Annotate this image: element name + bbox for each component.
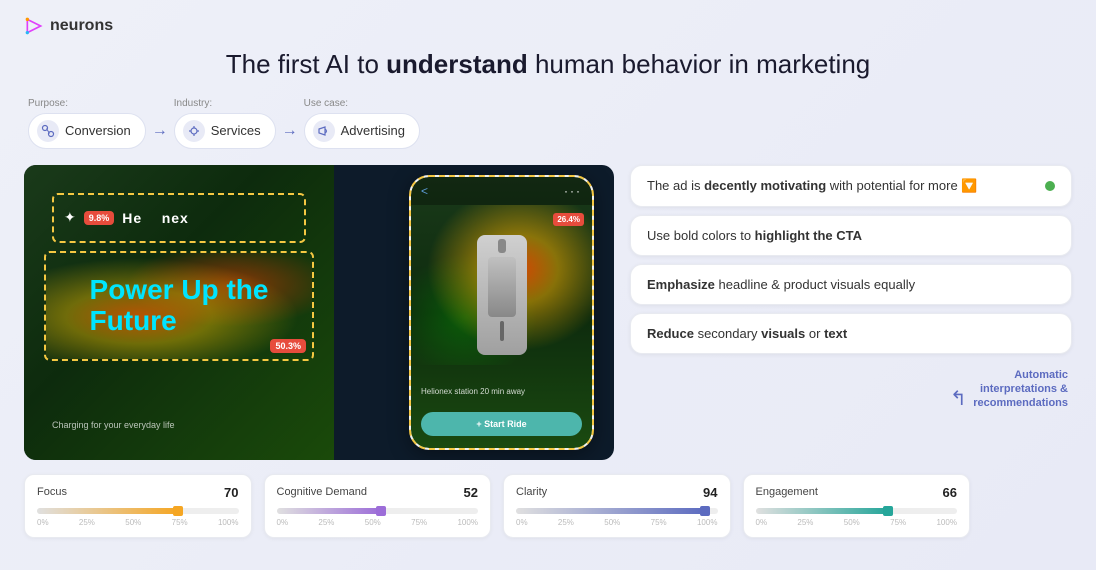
status-dot [1045,181,1055,191]
auto-label-section: ↱ Automatic interpretations & recommenda… [630,364,1072,411]
header: neurons [24,16,1072,36]
metric-bar-indicator [883,506,893,516]
metric-value: 66 [943,485,957,500]
metric-header: Cognitive Demand 52 [277,485,479,500]
ad-subtitle: Charging for your everyday life [52,420,175,430]
breadcrumb-item-usecase: Use case: Advertising [304,98,420,149]
auto-note-card [982,474,1072,538]
metric-bar-track [756,508,958,514]
heatmap-badge-1: 9.8% [84,211,115,225]
breadcrumb-item-industry: Industry: Services [174,98,276,149]
page: neurons The first AI to understand human… [0,0,1096,570]
insight-card-reduce: Reduce secondary visuals or text [630,313,1072,354]
phone-station-text: Helionex station 20 min away [421,387,525,396]
insight-card-main: The ad is decently motivating with poten… [630,165,1072,207]
metric-header: Focus 70 [37,485,239,500]
metric-header: Engagement 66 [756,485,958,500]
metric-bar-indicator [173,506,183,516]
ad-title-text: He nex [122,210,189,226]
breadcrumb-item-purpose: Purpose: Conversion [28,98,146,149]
breadcrumb-arrow-2: → [282,122,298,140]
breadcrumb-label-industry: Industry: [174,98,212,109]
metric-bar-fill [277,508,382,514]
ad-power-text: Power Up the Future [82,275,277,337]
metric-ticks: 0%25%50%75%100% [277,518,479,527]
metric-bar-track [277,508,479,514]
breadcrumb-pill-advertising[interactable]: Advertising [304,113,420,149]
phone-dots-icon: ··· [564,184,582,198]
metric-value: 70 [224,485,238,500]
metric-bar-track [37,508,239,514]
conversion-icon [37,120,59,142]
phone-cta-button[interactable]: + Start Ride [421,412,582,436]
metric-ticks: 0%25%50%75%100% [756,518,958,527]
metric-value: 52 [464,485,478,500]
metric-name: Cognitive Demand [277,486,368,498]
metric-bar-fill [37,508,178,514]
phone-back-icon: < [421,184,428,198]
main-content: ✦ 9.8% He nex Power Up the Future 50.3% … [24,165,1072,460]
heatmap-badge-2: 50.3% [270,339,306,353]
insight-card-cta: Use bold colors to highlight the CTA [630,215,1072,256]
breadcrumb-arrow-1: → [152,122,168,140]
star-icon: ✦ [64,209,76,226]
metric-name: Clarity [516,486,547,498]
charger-visual [477,235,527,355]
ad-right-phone: < ··· 26.4% Helionex station 20 min away… [409,175,594,450]
metric-ticks: 0%25%50%75%100% [516,518,718,527]
curve-arrow-icon: ↱ [950,386,967,411]
breadcrumb-label-usecase: Use case: [304,98,348,109]
logo: neurons [24,16,113,36]
insight-text-main: The ad is decently motivating with poten… [647,178,977,194]
insights-panel: The ad is decently motivating with poten… [630,165,1072,411]
metric-card-clarity: Clarity 94 0%25%50%75%100% [503,474,731,538]
breadcrumb: Purpose: Conversion → Industry: Services… [24,98,1072,149]
metric-card-engagement: Engagement 66 0%25%50%75%100% [743,474,971,538]
ad-left: ✦ 9.8% He nex Power Up the Future 50.3% … [24,165,334,460]
logo-icon [24,16,44,36]
metric-card-focus: Focus 70 0%25%50%75%100% [24,474,252,538]
phone-heatmap-badge: 26.4% [553,213,584,226]
advertising-icon [313,120,335,142]
metric-card-cognitive-demand: Cognitive Demand 52 0%25%50%75%100% [264,474,492,538]
metric-bar-fill [756,508,889,514]
breadcrumb-pill-services[interactable]: Services [174,113,276,149]
metric-bar-indicator [376,506,386,516]
ad-panel: ✦ 9.8% He nex Power Up the Future 50.3% … [24,165,614,460]
phone-top-bar: < ··· [411,177,592,205]
breadcrumb-label-purpose: Purpose: [28,98,68,109]
main-title: The first AI to understand human behavio… [24,48,1072,82]
heatmap-box-top: ✦ 9.8% He nex [52,193,306,243]
metric-bar-fill [516,508,705,514]
breadcrumb-pill-conversion[interactable]: Conversion [28,113,146,149]
metric-bar-track [516,508,718,514]
metric-name: Engagement [756,486,818,498]
logo-text: neurons [50,17,113,35]
insight-card-emphasize: Emphasize headline & product visuals equ… [630,264,1072,305]
metrics-row: Focus 70 0%25%50%75%100% Cognitive Demand 52… [24,474,1072,538]
services-icon [183,120,205,142]
metric-ticks: 0%25%50%75%100% [37,518,239,527]
phone-inner: < ··· 26.4% Helionex station 20 min away… [411,177,592,448]
metric-name: Focus [37,486,67,498]
metric-bar-indicator [700,506,710,516]
metric-header: Clarity 94 [516,485,718,500]
auto-label: Automatic interpretations & recommendati… [973,368,1072,411]
heatmap-box-main: Power Up the Future 50.3% [44,251,314,361]
phone-heatmap: 26.4% [411,205,592,365]
title-section: The first AI to understand human behavio… [24,48,1072,82]
metric-value: 94 [703,485,717,500]
